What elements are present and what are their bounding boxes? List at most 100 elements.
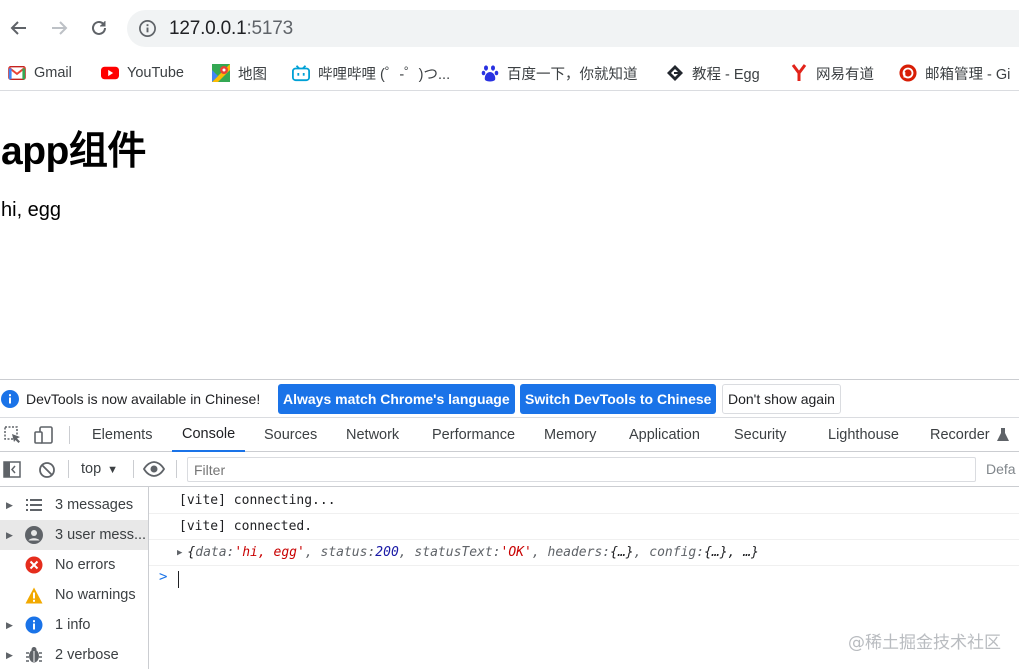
console-filter-input[interactable] [187, 457, 976, 482]
sidebar-item-label: 1 info [55, 617, 91, 633]
bookmark-label: YouTube [127, 65, 184, 81]
sidebar-item-errors[interactable]: No errors [0, 550, 148, 580]
warning-icon [25, 586, 43, 604]
bookmark-label: 地图 [238, 66, 267, 83]
device-toolbar-icon[interactable] [34, 426, 54, 444]
info-icon [25, 616, 43, 634]
sidebar-item-label: 2 verbose [55, 647, 119, 663]
page-title: app组件 [1, 130, 146, 173]
back-arrow-icon [10, 21, 26, 35]
egg-icon [666, 64, 684, 82]
bookmark-gmail[interactable]: Gmail [8, 59, 72, 87]
switch-devtools-chinese-button[interactable]: Switch DevTools to Chinese [520, 384, 717, 414]
toolbar-separator [176, 460, 177, 478]
url-host: 127.0.0.1 [169, 18, 247, 39]
user-icon [25, 526, 43, 544]
reload-icon [92, 20, 106, 35]
obj-value-statustext: 'OK' [500, 545, 532, 560]
bug-icon [25, 646, 43, 664]
console-object-message[interactable]: ▶ { data: 'hi, egg' , status: 200 , stat… [149, 540, 1019, 566]
youdao-icon [790, 64, 808, 82]
console-input-caret[interactable] [178, 571, 179, 588]
bookmark-label: 哔哩哔哩 (゜-゜)つ... [318, 66, 451, 83]
expand-triangle-icon[interactable]: ▶ [6, 620, 13, 631]
tab-security[interactable]: Security [734, 418, 786, 452]
tab-recorder-label: Recorder [930, 427, 990, 443]
expand-triangle-icon[interactable]: ▶ [6, 530, 13, 541]
list-icon [25, 496, 43, 514]
bookmark-label: 百度一下，你就知道 [507, 66, 638, 83]
tab-memory[interactable]: Memory [544, 418, 596, 452]
expand-triangle-icon[interactable]: ▶ [6, 650, 13, 661]
context-value: top [81, 461, 102, 477]
dont-show-again-button[interactable]: Don't show again [722, 384, 841, 414]
maps-icon [212, 64, 230, 82]
obj-value-headers: {…} [610, 545, 634, 560]
back-button[interactable] [4, 13, 34, 43]
sidebar-item-warnings[interactable]: No warnings [0, 580, 148, 610]
obj-ellipsis: , …} [727, 545, 759, 560]
tab-console[interactable]: Console [172, 418, 246, 452]
bookmark-egg[interactable]: 教程 - Egg [666, 59, 760, 87]
bookmark-mail-admin[interactable]: 邮箱管理 - Gi [899, 59, 1010, 87]
toolbar-separator [69, 426, 70, 444]
bookmark-label: 网易有道 [816, 66, 874, 83]
url-port: :5173 [246, 18, 293, 39]
bookmark-bilibili[interactable]: 哔哩哔哩 (゜-゜)つ... [292, 59, 450, 87]
site-info-icon[interactable] [138, 19, 157, 38]
inspect-element-icon[interactable] [4, 426, 22, 444]
tab-recorder[interactable]: Recorder [930, 418, 1009, 452]
toolbar-separator [133, 460, 134, 478]
expand-triangle-icon[interactable]: ▶ [6, 500, 13, 511]
bookmark-maps[interactable]: 地图 [212, 59, 267, 87]
sidebar-item-user-messages[interactable]: ▶ 3 user mess... [0, 520, 148, 550]
browser-toolbar: 127.0.0.1:5173 [0, 0, 1019, 56]
obj-value-data: 'hi, egg' [234, 545, 305, 560]
console-message-text: [vite] connected. [179, 519, 313, 534]
reload-button[interactable] [84, 13, 114, 43]
context-selector[interactable]: top ▼ [81, 461, 118, 477]
baidu-icon [481, 64, 499, 82]
gmail-icon [8, 64, 26, 82]
eye-icon[interactable] [143, 461, 165, 477]
tab-network[interactable]: Network [346, 418, 399, 452]
sidebar-item-label: 3 user mess... [55, 527, 147, 543]
sidebar-item-verbose[interactable]: ▶ 2 verbose [0, 640, 148, 669]
clear-console-icon[interactable] [38, 461, 56, 479]
bookmark-label: 教程 - Egg [692, 66, 760, 83]
error-icon [25, 556, 43, 574]
address-bar[interactable]: 127.0.0.1:5173 [127, 10, 1019, 47]
sidebar-item-info[interactable]: ▶ 1 info [0, 610, 148, 640]
sidebar-toggle-icon[interactable] [3, 461, 21, 478]
expand-object-triangle-icon[interactable]: ▶ [177, 548, 182, 558]
log-levels-dropdown[interactable]: Defa [986, 461, 1016, 477]
devtools-tabbar: Elements Console Sources Network Perform… [0, 418, 1019, 452]
console-message: [vite] connected. [149, 514, 1019, 540]
watermark: @稀土掘金技术社区 [848, 633, 1001, 653]
console-filterbar: top ▼ Defa [0, 452, 1019, 487]
obj-value-status: 200 [375, 545, 399, 560]
dropdown-arrow-icon: ▼ [107, 464, 119, 476]
devtools-panel: DevTools is now available in Chinese! Al… [0, 379, 1019, 669]
url-text[interactable]: 127.0.0.1:5173 [169, 18, 293, 40]
devtools-language-infobar: DevTools is now available in Chinese! Al… [0, 380, 1019, 418]
console-message: [vite] connecting... [149, 488, 1019, 514]
tab-sources[interactable]: Sources [264, 418, 317, 452]
always-match-language-button[interactable]: Always match Chrome's language [278, 384, 515, 414]
tab-elements[interactable]: Elements [92, 418, 152, 452]
tab-performance[interactable]: Performance [432, 418, 515, 452]
tab-application[interactable]: Application [629, 418, 700, 452]
bookmark-youtube[interactable]: YouTube [101, 59, 184, 87]
sidebar-item-messages[interactable]: ▶ 3 messages [0, 490, 148, 520]
bookmark-label: 邮箱管理 - Gi [925, 66, 1011, 83]
forward-button[interactable] [44, 13, 74, 43]
console-prompt-chevron-icon: > [159, 569, 168, 585]
page-text: hi, egg [1, 199, 62, 221]
bookmark-baidu[interactable]: 百度一下，你就知道 [481, 59, 638, 87]
obj-value-config: {…} [704, 545, 728, 560]
bookmarks-bar: Gmail YouTube 地图 哔哩哔哩 (゜-゜)つ... 百度一下，你就知… [0, 56, 1019, 91]
sidebar-item-label: No errors [55, 557, 116, 573]
tab-lighthouse[interactable]: Lighthouse [828, 418, 899, 452]
console-message-text: [vite] connecting... [179, 493, 336, 508]
bookmark-youdao[interactable]: 网易有道 [790, 59, 874, 87]
